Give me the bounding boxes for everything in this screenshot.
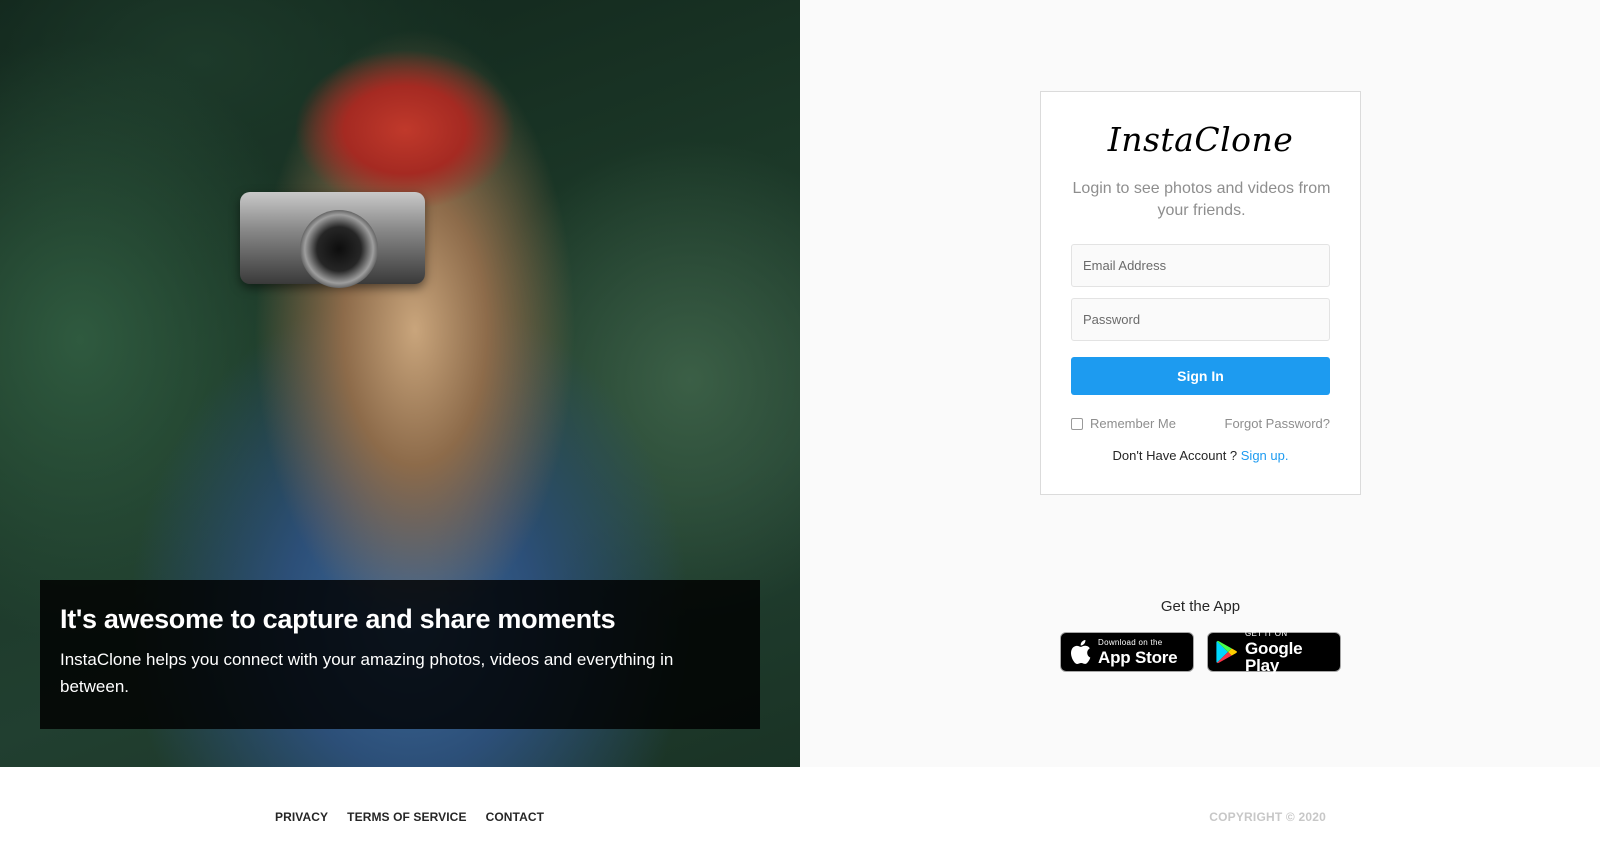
footer: PRIVACY TERMS OF SERVICE CONTACT COPYRIG… [0,767,1600,862]
get-app-title: Get the App [1160,598,1241,615]
google-play-label: Google Play [1245,639,1303,675]
google-play-icon [1216,640,1237,664]
password-field[interactable] [1071,298,1330,341]
google-play-small-text: GET IT ON [1245,629,1288,638]
hero-photo: It's awesome to capture and share moment… [0,0,800,767]
auth-panel: InstaClone Login to see photos and video… [800,0,1600,767]
hero-headline: It's awesome to capture and share moment… [60,604,616,634]
copyright-text: COPYRIGHT © 2020 [1209,810,1326,824]
remember-me-checkbox[interactable] [1071,417,1083,430]
google-play-button[interactable]: GET IT ON Google Play [1207,629,1341,675]
sign-in-button[interactable]: Sign In [1071,357,1330,395]
footer-link-terms[interactable]: TERMS OF SERVICE [347,810,466,824]
email-field[interactable] [1071,244,1330,287]
camera-lens-image [300,210,378,288]
sign-up-link[interactable]: Sign up. [1241,448,1289,463]
app-store-small-text: Download on the [1098,637,1163,647]
signup-prompt: Don't Have Account ? Sign up. [1041,448,1360,463]
remember-me-label: Remember Me [1090,416,1176,431]
footer-link-contact[interactable]: CONTACT [486,810,544,824]
login-subtitle: Login to see photos and videos from your… [1072,180,1331,219]
login-card: InstaClone Login to see photos and video… [1040,91,1361,495]
app-badges: Download on the App Store GET IT ON Goog… [1060,629,1341,675]
login-page: It's awesome to capture and share moment… [0,0,1600,862]
remember-me[interactable]: Remember Me [1071,416,1176,431]
app-store-label: App Store [1098,647,1178,667]
no-account-text: Don't Have Account ? [1112,448,1241,463]
hero-caption: It's awesome to capture and share moment… [40,580,760,729]
forgot-password-link[interactable]: Forgot Password? [1225,416,1331,431]
hero-description: InstaClone helps you connect with your a… [60,650,674,696]
footer-links: PRIVACY TERMS OF SERVICE CONTACT [275,810,544,824]
app-logo: InstaClone [1107,120,1294,159]
app-store-button[interactable]: Download on the App Store [1060,632,1194,672]
footer-link-privacy[interactable]: PRIVACY [275,810,328,824]
apple-icon [1071,640,1091,665]
